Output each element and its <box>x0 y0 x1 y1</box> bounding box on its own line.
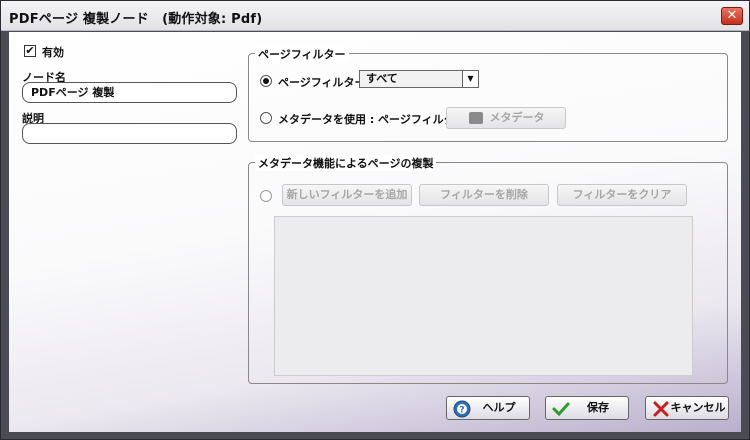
save-label: 保存 <box>587 401 609 414</box>
clear-filter-button[interactable]: フィルターをクリア <box>557 184 687 206</box>
page-filter-selected-value: すべて <box>366 72 398 85</box>
dialog-content: ✔ 有効 ノード名 PDFページ 複製 説明 ページフィルター ページフィルター… <box>9 32 741 432</box>
metadata-button[interactable]: メタデータ <box>446 107 566 129</box>
filter-list[interactable] <box>274 216 693 376</box>
metadata-group-title: メタデータ機能によるページの複製 <box>255 155 437 171</box>
node-name-field[interactable]: PDFページ 複製 <box>22 82 237 103</box>
delete-filter-button[interactable]: フィルターを削除 <box>419 184 549 206</box>
metadata-radio[interactable] <box>260 112 272 124</box>
description-field[interactable] <box>22 123 237 144</box>
close-icon: ✕ <box>726 8 738 23</box>
window-title: PDFページ 複製ノード (動作対象: Pdf) <box>9 12 263 27</box>
close-button[interactable]: ✕ <box>721 7 743 25</box>
page-filter-radio[interactable] <box>260 75 272 87</box>
check-icon: ✔ <box>25 44 35 57</box>
enabled-checkbox[interactable]: ✔ <box>24 45 36 57</box>
save-button[interactable]: 保存 <box>545 396 629 420</box>
page-filter-select[interactable]: すべて ▼ <box>359 70 479 88</box>
metadata-icon <box>469 112 483 124</box>
cancel-button[interactable]: キャンセル <box>645 396 729 420</box>
page-filter-option-label: ページフィルター <box>278 76 366 89</box>
metadata-filter-radio[interactable] <box>260 190 272 202</box>
enabled-label: 有効 <box>42 46 64 59</box>
chevron-down-icon[interactable]: ▼ <box>462 71 478 87</box>
help-label: ヘルプ <box>482 401 516 414</box>
page-filter-group-title: ページフィルター <box>255 46 349 62</box>
title-bar: PDFページ 複製ノード (動作対象: Pdf) ✕ <box>1 1 749 31</box>
metadata-option-label: メタデータを使用 : ページフィルター <box>278 113 466 126</box>
metadata-duplicate-group: メタデータ機能によるページの複製 新しいフィルターを追加 フィルターを削除 フィ… <box>248 155 728 384</box>
page-filter-group: ページフィルター ページフィルター すべて ▼ メタデータを使用 : ページフィ… <box>248 46 728 142</box>
dialog-window: PDFページ 複製ノード (動作対象: Pdf) ✕ ✔ 有効 ノード名 PDF… <box>0 0 750 440</box>
help-button[interactable]: ? ヘルプ <box>446 396 530 420</box>
add-filter-button[interactable]: 新しいフィルターを追加 <box>282 184 412 206</box>
cancel-label: キャンセル <box>670 401 726 414</box>
